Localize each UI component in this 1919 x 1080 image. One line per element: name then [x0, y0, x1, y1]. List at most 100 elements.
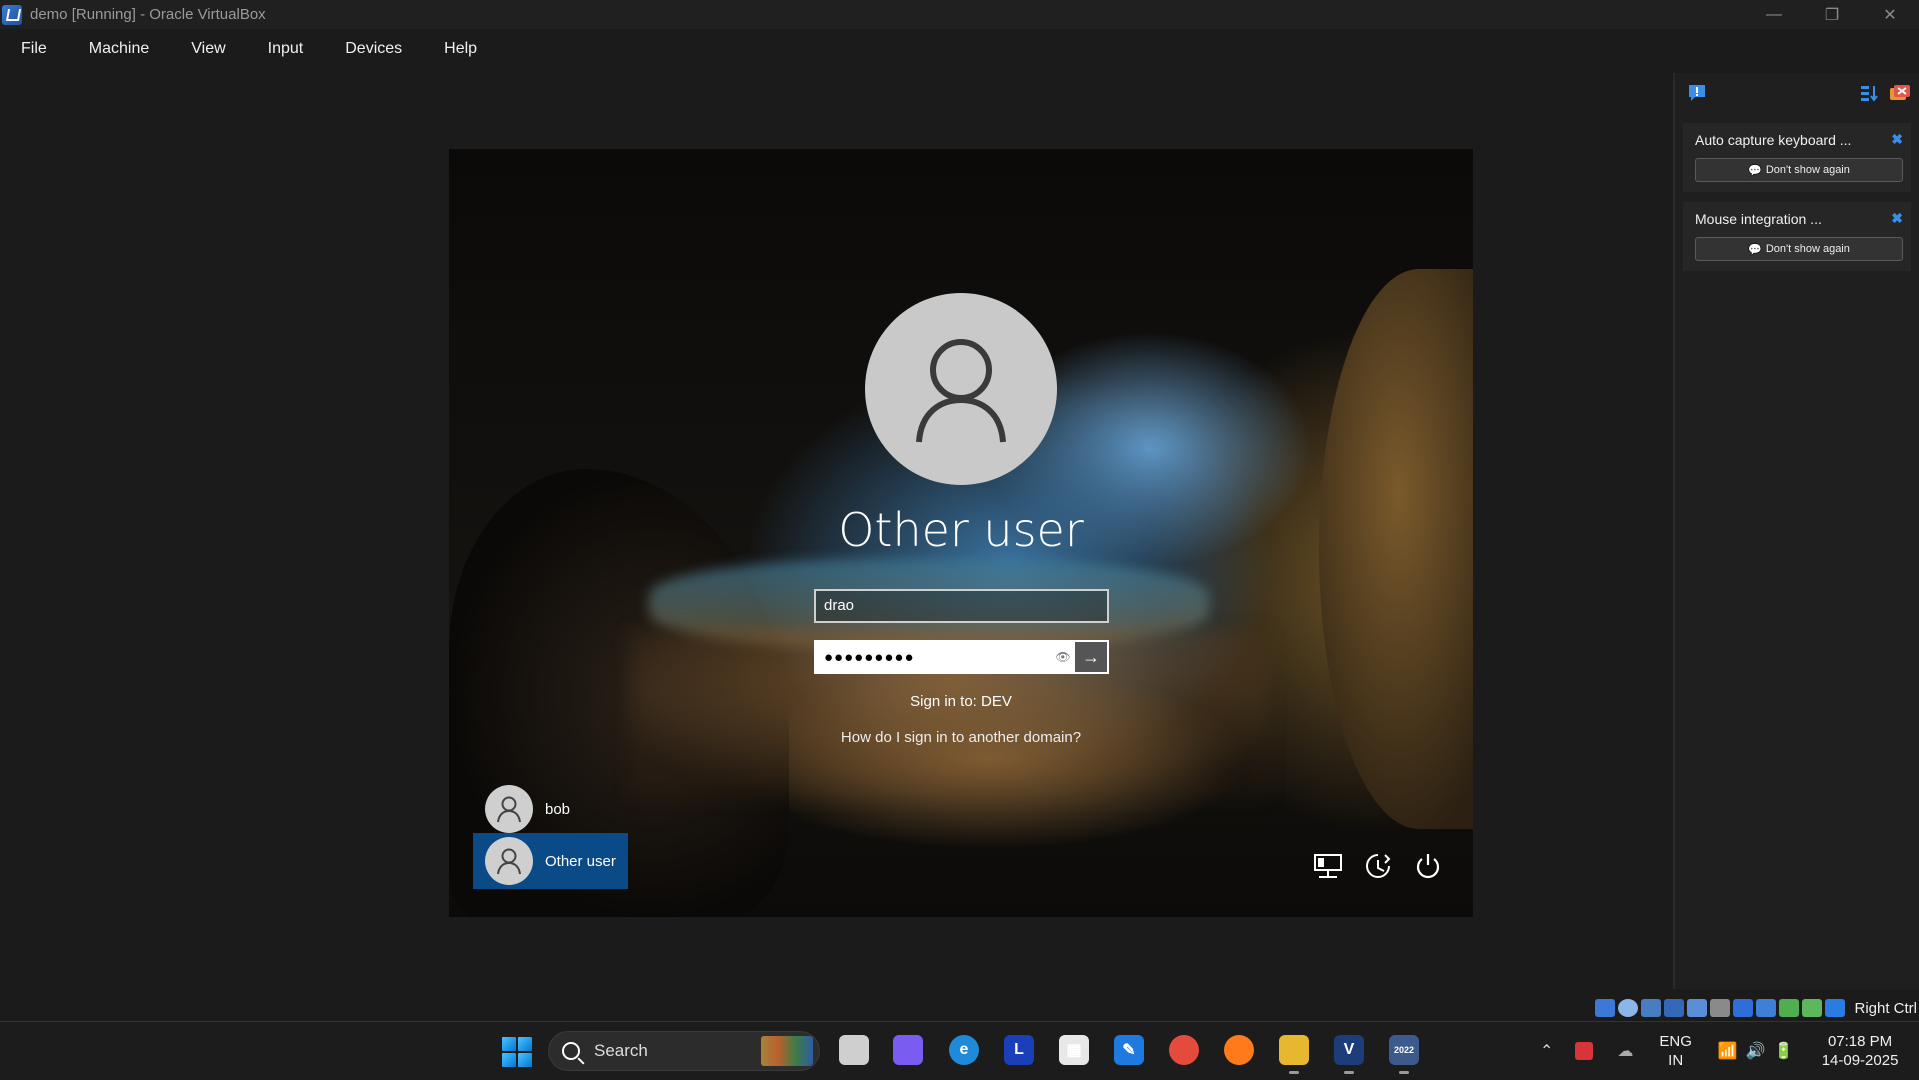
close-notification-icon[interactable]: ✖	[1891, 131, 1903, 148]
windows-logo-tile	[502, 1053, 516, 1067]
dont-show-again-label: Don't show again	[1765, 164, 1850, 176]
file-explorer-taskbar-button[interactable]	[1276, 1032, 1312, 1074]
clock-date: 14-09-2025	[1821, 1052, 1899, 1069]
virtualbox-icon: V	[1334, 1035, 1364, 1065]
menu-devices[interactable]: Devices	[324, 40, 423, 58]
clock-time: 07:18 PM	[1827, 1033, 1893, 1050]
restore-button[interactable]: ❐	[1803, 0, 1861, 29]
battery-icon[interactable]: 🔋	[1774, 1041, 1794, 1061]
shared-folders-icon[interactable]	[1710, 999, 1731, 1017]
dont-show-again-button[interactable]: 💬 Don't show again	[1695, 158, 1903, 182]
search-icon	[562, 1042, 580, 1060]
window-title: demo [Running] - Oracle VirtualBox	[30, 6, 266, 23]
taskbar-search[interactable]: Search	[548, 1031, 820, 1071]
virtualbox-taskbar-button[interactable]: V	[1331, 1032, 1367, 1074]
notification-message: Auto capture keyboard ...	[1695, 131, 1852, 148]
close-button[interactable]: ✕	[1861, 0, 1919, 29]
show-hidden-icons-chevron-icon[interactable]: ⌃	[1540, 1041, 1553, 1061]
notification-center-icon[interactable]	[1687, 83, 1707, 108]
l-app-taskbar-button[interactable]: L	[1001, 1032, 1037, 1068]
menu-help[interactable]: Help	[423, 40, 498, 58]
username-field[interactable]: drao	[814, 589, 1109, 623]
windows-logo-icon	[502, 1037, 516, 1051]
menu-file[interactable]: File	[0, 40, 68, 58]
volume-icon[interactable]: 🔊	[1746, 1041, 1766, 1061]
language-code: ENG	[1659, 1033, 1692, 1050]
minimize-button[interactable]: —	[1745, 0, 1803, 29]
user-tile-label: Other user	[545, 852, 616, 870]
wifi-icon[interactable]: 📶	[1718, 1041, 1738, 1061]
pen-app-taskbar-button[interactable]: ✎	[1111, 1032, 1147, 1068]
keyboard-capture-icon[interactable]	[1825, 999, 1846, 1017]
search-highlight-image	[761, 1036, 813, 1066]
other-domain-link[interactable]: How do I sign in to another domain?	[449, 729, 1473, 746]
login-user-title: Other user	[838, 503, 1084, 557]
onedrive-offline-icon[interactable]: ☁	[1617, 1041, 1633, 1061]
cpu-icon[interactable]	[1779, 999, 1800, 1017]
language-indicator[interactable]: ENG IN	[1659, 1032, 1692, 1070]
dismiss-all-icon[interactable]	[1889, 83, 1911, 108]
menu-machine[interactable]: Machine	[68, 40, 170, 58]
search-placeholder: Search	[594, 1041, 648, 1060]
notification-keyboard: Auto capture keyboard ... ✖ 💬 Don't show…	[1683, 123, 1911, 192]
user-avatar-large	[865, 293, 1057, 485]
password-value: ●●●●●●●●●	[824, 648, 915, 666]
store-taskbar-button[interactable]: ▦	[1056, 1032, 1092, 1068]
chrome-icon	[1169, 1035, 1199, 1065]
user-tile-other-user[interactable]: Other user	[473, 833, 628, 889]
accessibility-icon[interactable]	[1363, 851, 1393, 881]
chrome-taskbar-button[interactable]	[1166, 1032, 1202, 1068]
store-icon: ▦	[1059, 1035, 1089, 1065]
region-code: IN	[1668, 1052, 1684, 1069]
sign-in-domain-text: Sign in to: DEV	[910, 693, 1012, 710]
tray-app-icon[interactable]	[1575, 1042, 1594, 1060]
task-view-taskbar-button[interactable]	[836, 1032, 872, 1068]
virtualbox-app-icon	[2, 4, 22, 25]
menu-input[interactable]: Input	[247, 40, 325, 58]
power-icon[interactable]	[1413, 851, 1443, 881]
start-button[interactable]	[502, 1037, 532, 1067]
network-icon[interactable]	[1313, 851, 1343, 881]
edge-taskbar-button[interactable]: e	[946, 1032, 982, 1068]
firefox-taskbar-button[interactable]	[1221, 1032, 1257, 1068]
login-bottom-icons	[1313, 851, 1443, 881]
dont-show-again-button[interactable]: 💬 Don't show again	[1695, 237, 1903, 261]
display-icon[interactable]	[1733, 999, 1754, 1017]
l-app-icon: L	[1004, 1035, 1034, 1065]
sort-icon[interactable]	[1859, 83, 1879, 108]
reveal-password-icon[interactable]: 👁	[1051, 650, 1075, 664]
clock[interactable]: 07:18 PM 14-09-2025	[1822, 1032, 1899, 1070]
notification-mouse: Mouse integration ... ✖ 💬 Don't show aga…	[1683, 202, 1911, 271]
close-notification-icon[interactable]: ✖	[1891, 210, 1903, 227]
file-explorer-icon	[1279, 1035, 1309, 1065]
pen-app-icon: ✎	[1114, 1035, 1144, 1065]
submit-arrow-button[interactable]: →	[1075, 642, 1107, 672]
vm-2022-icon: 2022	[1389, 1035, 1419, 1065]
firefox-icon	[1224, 1035, 1254, 1065]
windows-logo-tile	[518, 1037, 532, 1051]
user-tile-label: bob	[545, 800, 571, 818]
copilot-icon	[893, 1035, 923, 1065]
user-icon	[497, 796, 521, 823]
copilot-taskbar-button[interactable]	[890, 1032, 926, 1068]
password-field[interactable]: ●●●●●●●●● 👁 →	[814, 640, 1109, 674]
vbox-status-bar: Right Ctrl	[1595, 996, 1919, 1020]
notification-panel: Auto capture keyboard ... ✖ 💬 Don't show…	[1673, 73, 1919, 989]
mouse-integration-icon[interactable]	[1802, 999, 1823, 1017]
user-icon	[916, 339, 1006, 443]
windows-logo-tile	[518, 1053, 532, 1067]
host-key-label: Right Ctrl	[1854, 999, 1917, 1017]
hard-disk-icon[interactable]	[1595, 999, 1616, 1017]
usb-icon[interactable]	[1687, 999, 1708, 1017]
vm-2022-taskbar-button[interactable]: 2022	[1386, 1032, 1422, 1074]
network-adapter-icon[interactable]	[1664, 999, 1685, 1017]
user-tile-bob[interactable]: bob	[473, 781, 628, 837]
audio-icon[interactable]	[1641, 999, 1662, 1017]
optical-drive-icon[interactable]	[1618, 999, 1639, 1017]
windows-taskbar: Search e L ▦ ✎ V 2022 ⌃ ☁ ENG IN 📶 🔊 🔋 07:18 …	[0, 1021, 1919, 1079]
vm-display[interactable]: Other user drao ●●●●●●●●● 👁 → Sign in to…	[449, 149, 1473, 917]
menu-bar: File Machine View Input Devices Help	[0, 29, 1672, 69]
user-icon	[497, 848, 521, 875]
menu-view[interactable]: View	[170, 40, 246, 58]
recording-icon[interactable]	[1756, 999, 1777, 1017]
